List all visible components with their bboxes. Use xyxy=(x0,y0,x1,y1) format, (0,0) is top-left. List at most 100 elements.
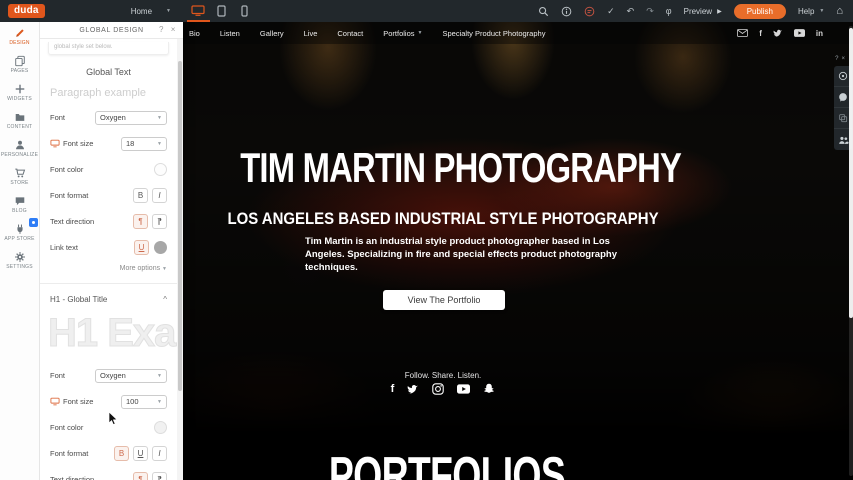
panel-scrollbar-thumb[interactable] xyxy=(178,61,182,391)
chevron-down-icon: ▼ xyxy=(162,266,167,272)
preview-button[interactable]: Preview ▶ xyxy=(684,7,722,16)
h1-bold-button[interactable]: B xyxy=(114,446,129,461)
facebook-icon[interactable]: f xyxy=(759,29,762,38)
h1-font-size-label: Font size xyxy=(50,397,93,406)
nav-link-listen[interactable]: Listen xyxy=(220,29,240,38)
h1-rtl-direction-button[interactable]: ¶ xyxy=(152,472,167,480)
h1-ltr-direction-button[interactable]: ¶ xyxy=(133,472,148,480)
linkedin-icon[interactable]: in xyxy=(816,29,823,38)
preview-scrollbar-thumb[interactable] xyxy=(849,28,853,318)
sidebar-item-settings[interactable]: SETTINGS xyxy=(0,246,39,274)
youtube-icon[interactable] xyxy=(457,383,470,395)
nav-link-portfolios[interactable]: Portfolios ▼ xyxy=(383,29,422,38)
page-selector-label: Home xyxy=(131,7,152,16)
help-menu[interactable]: Help ▼ xyxy=(798,7,824,16)
publish-button[interactable]: Publish xyxy=(734,4,786,19)
italic-button[interactable]: I xyxy=(152,188,167,203)
sidebar-item-widgets[interactable]: WIDGETS xyxy=(0,78,39,106)
youtube-icon[interactable] xyxy=(794,29,805,37)
instagram-icon[interactable] xyxy=(432,383,444,395)
font-size-select[interactable]: 18 ▼ xyxy=(121,137,167,151)
sidebar-item-app-store[interactable]: APP STORE xyxy=(0,218,39,246)
info-note-text: global style set below. xyxy=(54,44,112,50)
h1-font-color-swatch[interactable] xyxy=(154,421,167,434)
saved-check-icon[interactable]: ✓ xyxy=(607,7,615,16)
nav-link-gallery[interactable]: Gallery xyxy=(260,29,284,38)
sidebar-item-label: DESIGN xyxy=(9,40,29,46)
link-underline-button[interactable]: U xyxy=(134,240,149,255)
brush-icon xyxy=(14,27,26,39)
site-description[interactable]: Tim Martin is an industrial style produc… xyxy=(305,236,617,274)
font-select[interactable]: Oxygen ▼ xyxy=(95,111,167,125)
ltr-direction-button[interactable]: ¶ xyxy=(133,214,148,229)
duda-editor: duda Home ▼ ✓ xyxy=(0,0,853,480)
nav-link-specialty[interactable]: Specialty Product Photography xyxy=(442,29,545,38)
mobile-view-button[interactable] xyxy=(233,0,256,22)
h1-font-select[interactable]: Oxygen ▼ xyxy=(95,369,167,383)
redo-icon[interactable]: ↷ xyxy=(646,7,654,16)
follow-share-listen-text: Follow. Share. Listen. xyxy=(183,371,703,380)
plus-icon xyxy=(14,83,26,95)
site-subtitle[interactable]: LOS ANGELES BASED INDUSTRIAL STYLE PHOTO… xyxy=(214,209,672,229)
sidebar-item-label: APP STORE xyxy=(4,236,34,242)
more-options-link[interactable]: More options ▼ xyxy=(40,265,167,272)
folder-icon xyxy=(14,111,26,123)
twitter-icon[interactable] xyxy=(773,29,783,38)
chevron-down-icon: ▼ xyxy=(157,141,162,147)
editor-topbar: duda Home ▼ ✓ xyxy=(0,0,853,22)
font-color-swatch[interactable] xyxy=(154,163,167,176)
page-selector[interactable]: Home ▼ xyxy=(131,7,171,16)
h1-sample-text: H1 Exa xyxy=(40,309,177,357)
sidebar-item-content[interactable]: CONTENT xyxy=(0,106,39,134)
email-icon[interactable] xyxy=(737,29,748,37)
preview-scrollbar[interactable] xyxy=(849,26,853,476)
close-icon[interactable]: × xyxy=(841,56,848,62)
sidebar-item-personalize[interactable]: PERSONALIZE xyxy=(0,134,39,162)
facebook-icon[interactable]: f xyxy=(391,383,395,395)
paragraph-sample: Paragraph example xyxy=(50,87,177,99)
view-portfolio-button[interactable]: View The Portfolio xyxy=(383,290,505,310)
link-color-swatch[interactable] xyxy=(154,241,167,254)
undo-icon[interactable]: ↶ xyxy=(627,7,635,16)
h1-italic-button[interactable]: I xyxy=(152,446,167,461)
panel-help-icon[interactable]: ? xyxy=(159,25,164,34)
nav-link-bio[interactable]: Bio xyxy=(189,29,200,38)
twitter-icon[interactable] xyxy=(407,383,419,395)
search-icon[interactable] xyxy=(538,6,549,17)
dev-mode-icon[interactable]: φ xyxy=(666,7,672,16)
sidebar-item-label: CONTENT xyxy=(7,124,33,130)
sidebar-item-store[interactable]: STORE xyxy=(0,162,39,190)
h1-font-size-value: 100 xyxy=(126,397,139,406)
panel-scrollbar[interactable] xyxy=(177,39,183,480)
info-icon[interactable] xyxy=(561,6,572,17)
h1-section-header[interactable]: H1 - Global Title ^ xyxy=(40,292,177,307)
collapse-icon[interactable]: ^ xyxy=(163,295,167,304)
nav-link-live[interactable]: Live xyxy=(304,29,318,38)
nav-link-contact[interactable]: Contact xyxy=(337,29,363,38)
bold-button[interactable]: B xyxy=(133,188,148,203)
sidebar-item-pages[interactable]: PAGES xyxy=(0,50,39,78)
link-text-row: Link text U xyxy=(40,240,177,255)
sidebar-item-label: PAGES xyxy=(11,68,29,74)
dashboard-home-icon[interactable]: ⌂ xyxy=(836,6,843,17)
h1-font-row: Font Oxygen ▼ xyxy=(40,368,177,383)
chevron-down-icon: ▼ xyxy=(157,115,162,121)
sidebar-item-label: WIDGETS xyxy=(7,96,32,102)
duda-logo[interactable]: duda xyxy=(8,4,45,18)
comments-icon[interactable] xyxy=(584,6,595,17)
site-title[interactable]: TIM MARTIN PHOTOGRAPHY xyxy=(240,144,646,192)
desktop-view-button[interactable] xyxy=(187,0,210,22)
collab-toolbar-header: ?× xyxy=(835,56,848,62)
h1-font-size-select[interactable]: 100 ▼ xyxy=(121,395,167,409)
gear-icon xyxy=(14,251,26,263)
portfolios-heading[interactable]: PORTFOLIOS xyxy=(257,446,637,480)
h1-underline-button[interactable]: U xyxy=(133,446,148,461)
sidebar-item-blog[interactable]: BLOG xyxy=(0,190,39,218)
sidebar-item-design[interactable]: DESIGN xyxy=(0,22,39,50)
device-switcher xyxy=(187,0,256,22)
snapchat-icon[interactable] xyxy=(483,383,495,395)
rtl-direction-button[interactable]: ¶ xyxy=(152,214,167,229)
close-icon[interactable]: × xyxy=(171,25,176,34)
topbar-actions: ✓ ↶ ↷ φ Preview ▶ Publish Help ▼ ⌂ xyxy=(538,4,853,19)
tablet-view-button[interactable] xyxy=(210,0,233,22)
